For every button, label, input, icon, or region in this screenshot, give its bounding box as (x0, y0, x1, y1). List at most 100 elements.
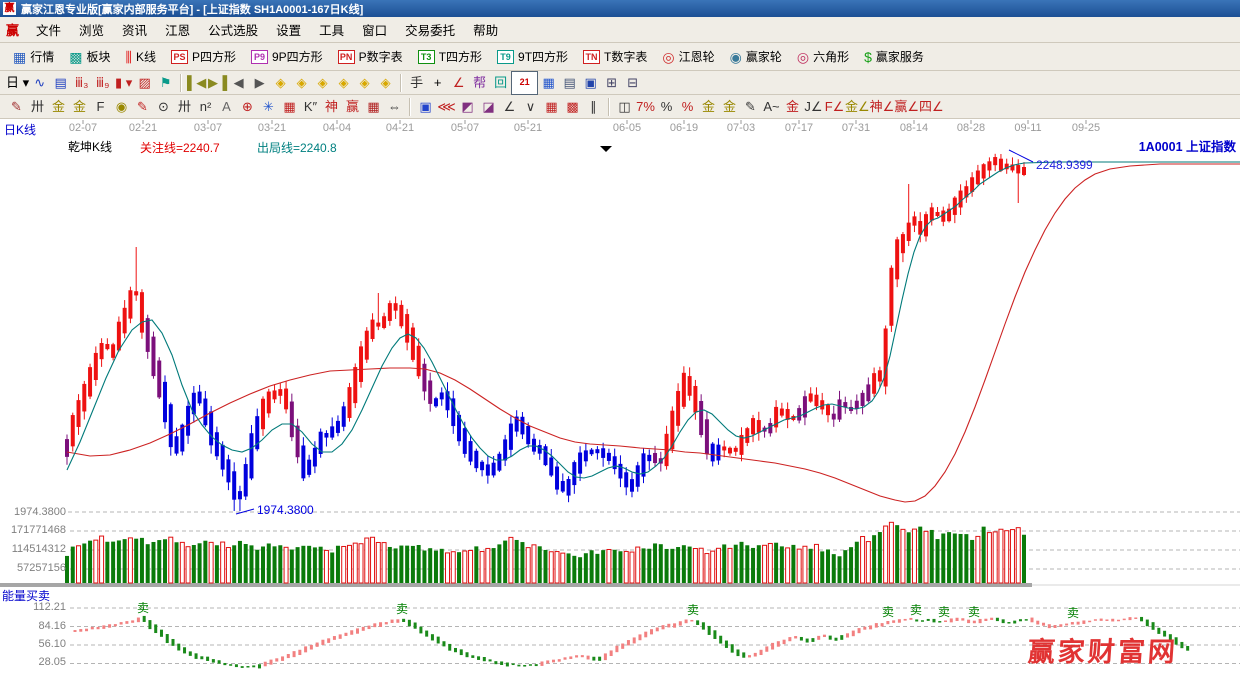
toolbar-button-hexagon[interactable]: ◎六角形 (790, 46, 856, 67)
nav-report[interactable]: ▤ (559, 73, 580, 93)
menu-item-浏览[interactable]: 浏览 (70, 17, 113, 42)
menu-item-窗口[interactable]: 窗口 (353, 17, 396, 42)
nav-candle-dropdown[interactable]: ▮ ▾ (113, 73, 134, 93)
nav-prev-bar[interactable]: ◀ (228, 73, 249, 93)
menu-item-资讯[interactable]: 资讯 (113, 17, 156, 42)
draw-gold-line[interactable]: 金 (719, 97, 740, 117)
draw-j-angle[interactable]: J∠ (803, 97, 824, 117)
indicator-bar (892, 620, 895, 623)
nav-period-day-dropdown[interactable]: 日 ▾ (6, 73, 29, 93)
toolbar-button-winner-service[interactable]: $赢家服务 (857, 46, 931, 67)
nav-diamond-star[interactable]: ◈ (354, 73, 375, 93)
toolbar-button-9t-square[interactable]: T99T四方形 (490, 46, 575, 67)
menu-item-交易委托[interactable]: 交易委托 (396, 17, 464, 42)
draw-ying-tool[interactable]: 赢 (342, 97, 363, 117)
draw-target-red[interactable]: ⊕ (237, 97, 258, 117)
nav-last-bar[interactable]: ▶▐ (207, 73, 228, 93)
draw-zigzag[interactable]: ∨ (520, 97, 541, 117)
nav-diamond-compress[interactable]: ◈ (333, 73, 354, 93)
draw-chart-percent[interactable]: ◫ (614, 97, 635, 117)
nav-diamond-right[interactable]: ◈ (291, 73, 312, 93)
toolbar-button-t-digit-table[interactable]: TNT数字表 (576, 46, 654, 67)
nav-bars-9[interactable]: ⅲ₉ (92, 73, 113, 93)
draw-web[interactable]: ✳ (258, 97, 279, 117)
draw-box-fan[interactable]: ◩ (457, 97, 478, 117)
draw-box-x[interactable]: ◪ (478, 97, 499, 117)
menu-item-工具[interactable]: 工具 (310, 17, 353, 42)
toolbar-button-p-square[interactable]: PSP四方形 (164, 46, 243, 67)
toolbar-button-quote[interactable]: ▦行情 (6, 46, 61, 67)
draw-hatch-lines[interactable]: 卅 (27, 97, 48, 117)
nav-wave-tool[interactable]: ∿ (29, 73, 50, 93)
draw-parallel-lines[interactable]: ∥ (583, 97, 604, 117)
draw-time-hatch[interactable]: 卅 (174, 97, 195, 117)
draw-trend-angle[interactable]: ∠ (499, 97, 520, 117)
nav-calculator[interactable]: ▦ (538, 73, 559, 93)
draw-grid-red-2[interactable]: ▦ (541, 97, 562, 117)
draw-spiral[interactable]: ◉ (111, 97, 132, 117)
draw-span-arrows[interactable]: ⇔ (384, 97, 405, 117)
draw-pencil-red[interactable]: ✎ (132, 97, 153, 117)
nav-angle-measure[interactable]: ∠ (448, 73, 469, 93)
draw-shen-tool[interactable]: 神 (321, 97, 342, 117)
toolbar-button-winner-wheel[interactable]: ◉赢家轮 (723, 46, 789, 67)
draw-fibonacci[interactable]: F (90, 97, 111, 117)
toolbar-button-9p-square[interactable]: P99P四方形 (244, 46, 330, 67)
draw-cycle-circle[interactable]: ⊙ (153, 97, 174, 117)
nav-pattern-grid[interactable]: ▨ (134, 73, 155, 93)
toolbar-button-t-square[interactable]: T3T四方形 (411, 46, 489, 67)
nav-calendar-21[interactable]: 21 (511, 71, 538, 95)
candle-body (342, 406, 346, 426)
nav-clipboard[interactable]: ▤ (50, 73, 71, 93)
draw-ying-angle[interactable]: 赢∠ (894, 97, 919, 117)
draw-gold-angle[interactable]: 金∠ (845, 97, 870, 117)
toolbar-button-gann-wheel[interactable]: ◎江恩轮 (655, 46, 721, 67)
draw-f-angle[interactable]: F∠ (824, 97, 845, 117)
nav-export[interactable]: ⊞ (601, 73, 622, 93)
draw-si-angle[interactable]: 四∠ (919, 97, 944, 117)
toolbar-button-kline[interactable]: ⫼K线 (119, 46, 163, 67)
menu-item-江恩[interactable]: 江恩 (156, 17, 199, 42)
draw-golden-section[interactable]: 金 (48, 97, 69, 117)
draw-gold-red-line[interactable]: 金 (782, 97, 803, 117)
draw-gold-circle[interactable]: 金 (698, 97, 719, 117)
nav-maze-analysis[interactable]: 回 (490, 73, 511, 93)
nav-diamond-expand[interactable]: ◈ (312, 73, 333, 93)
menu-item-文件[interactable]: 文件 (27, 17, 70, 42)
draw-shen-angle[interactable]: 神∠ (870, 97, 895, 117)
draw-fan-lines[interactable]: ⋘ (436, 97, 457, 117)
nav-diamond-left-right[interactable]: ◈ (270, 73, 291, 93)
draw-golden-section-2[interactable]: 金 (69, 97, 90, 117)
draw-box-select[interactable]: ▣ (415, 97, 436, 117)
nav-first-bar[interactable]: ▌◀ (186, 73, 207, 93)
draw-percent[interactable]: % (656, 97, 677, 117)
draw-grid-red[interactable]: ▦ (279, 97, 300, 117)
nav-next-bar[interactable]: ▶ (249, 73, 270, 93)
draw-grid-red-3[interactable]: ▩ (562, 97, 583, 117)
nav-save[interactable]: ▣ (580, 73, 601, 93)
draw-pencil-2[interactable]: ✎ (740, 97, 761, 117)
candle-body (941, 211, 945, 222)
draw-a-wave[interactable]: A~ (761, 97, 782, 117)
toolbar-button-p-digit-table[interactable]: PNP数字表 (331, 46, 410, 67)
menu-bar: 赢 文件浏览资讯江恩公式选股设置工具窗口交易委托帮助 (0, 17, 1240, 43)
draw-pencil[interactable]: ✎ (6, 97, 27, 117)
draw-mirror[interactable]: A (216, 97, 237, 117)
chart-plot[interactable] (0, 119, 1240, 677)
menu-item-公式选股[interactable]: 公式选股 (199, 17, 267, 42)
nav-diamond-star-2[interactable]: ◈ (375, 73, 396, 93)
nav-print[interactable]: ⊟ (622, 73, 643, 93)
nav-crosshair[interactable]: + (427, 73, 448, 93)
draw-percent-line[interactable]: % (677, 97, 698, 117)
nav-flag[interactable]: ⚑ (155, 73, 176, 93)
draw-grid-123[interactable]: ▦ (363, 97, 384, 117)
nav-gann-helper[interactable]: 帮 (469, 73, 490, 93)
draw-k-mark[interactable]: K″ (300, 97, 321, 117)
nav-bars-3[interactable]: ⅲ₃ (71, 73, 92, 93)
draw-n-square[interactable]: n² (195, 97, 216, 117)
nav-pan-hand[interactable]: 手 (406, 73, 427, 93)
menu-item-帮助[interactable]: 帮助 (464, 17, 507, 42)
toolbar-button-sector[interactable]: ▩板块 (62, 46, 117, 67)
draw-seven-percent[interactable]: 7% (635, 97, 656, 117)
menu-item-设置[interactable]: 设置 (267, 17, 310, 42)
